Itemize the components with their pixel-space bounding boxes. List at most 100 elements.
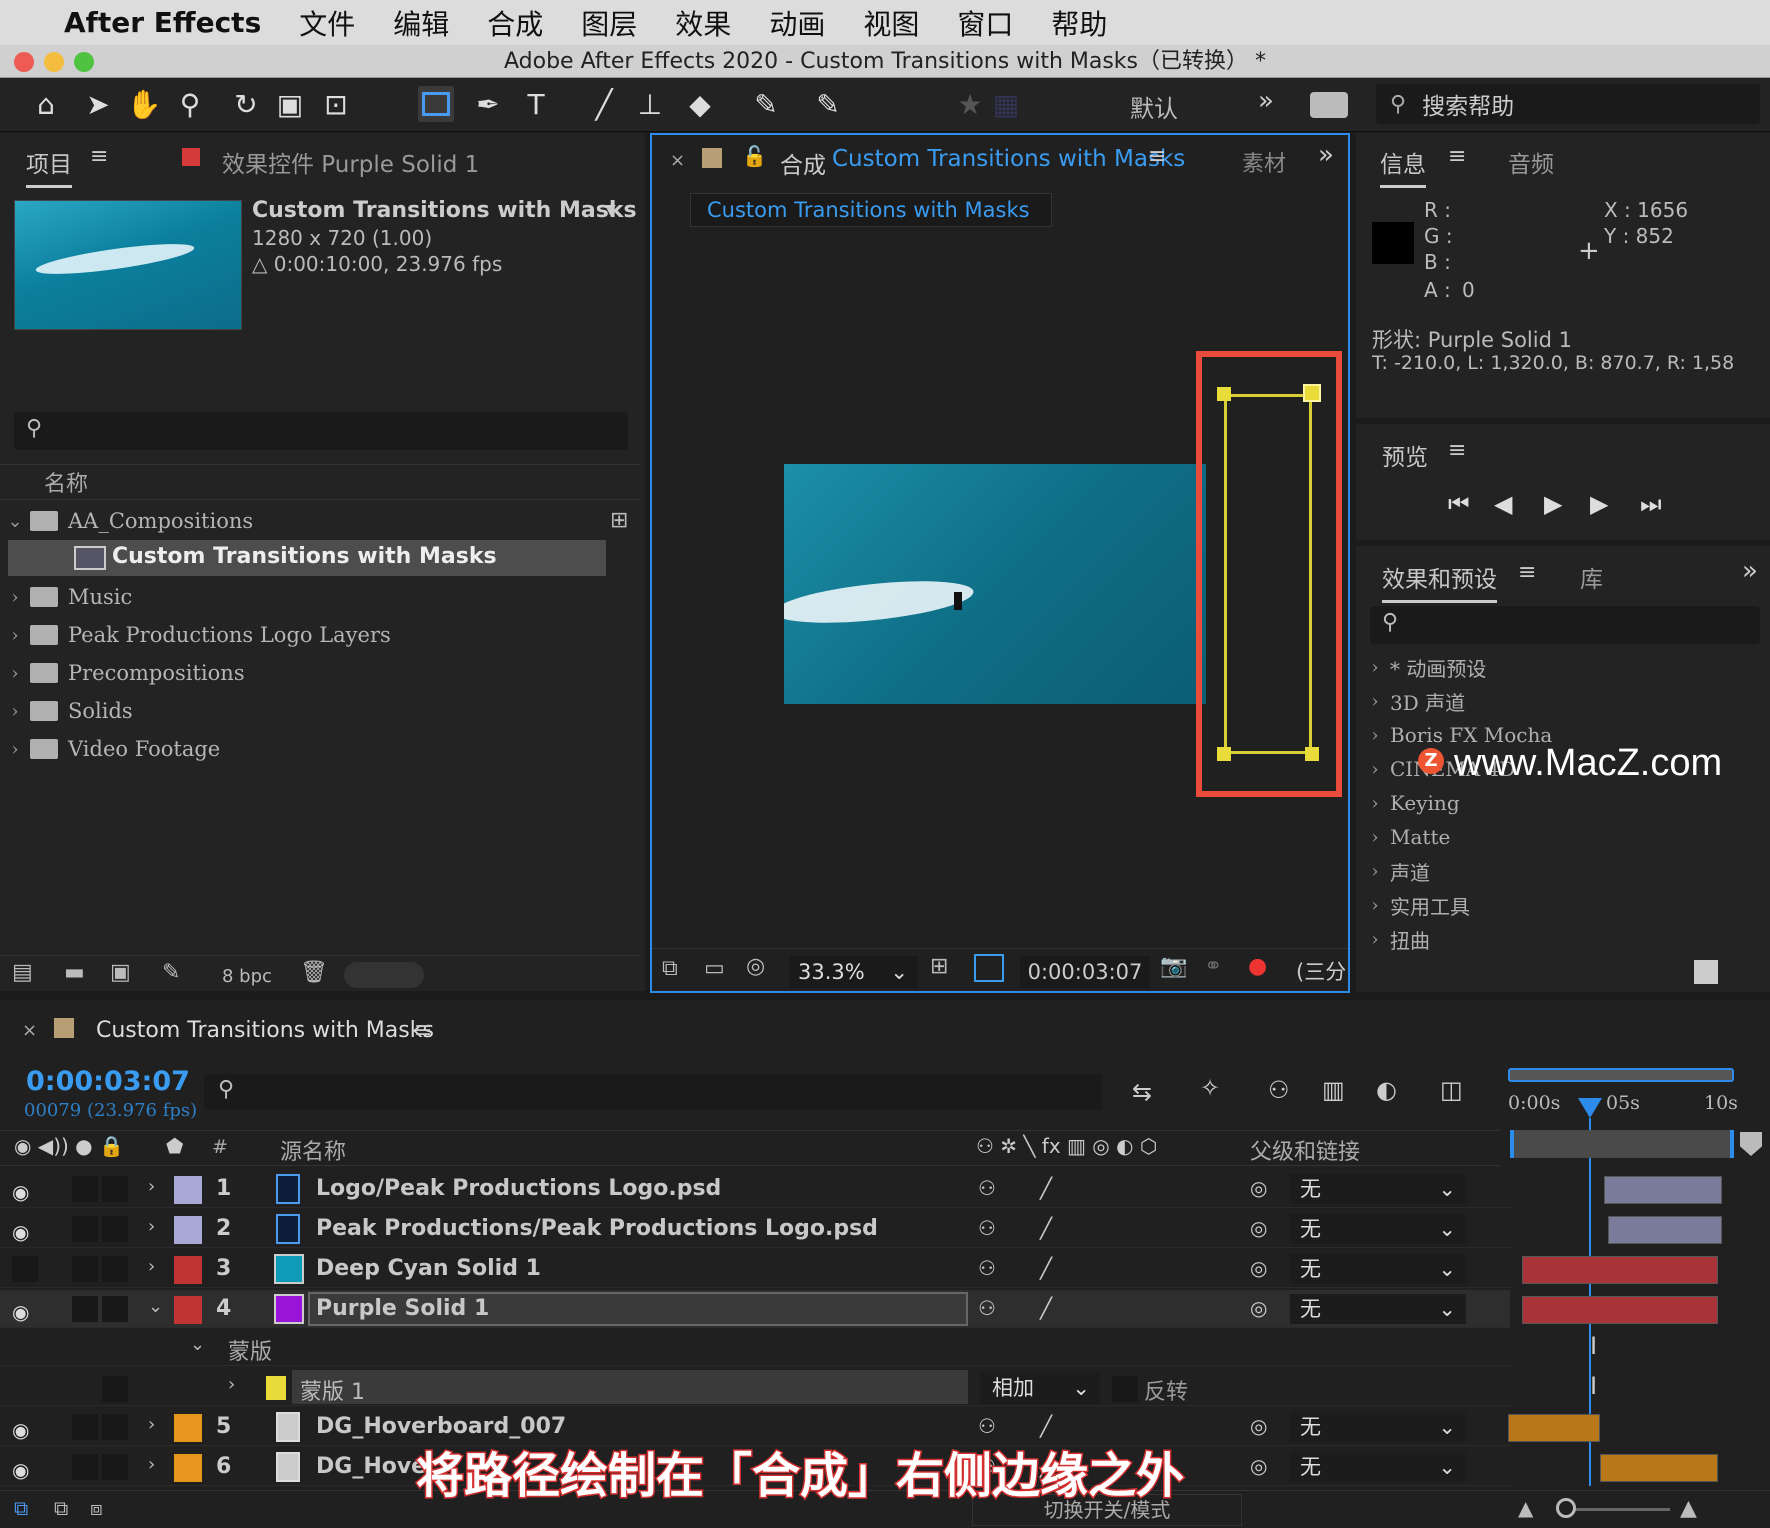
brush-icon[interactable]: ╱ [586,86,622,122]
mask-visibility-icon[interactable]: ◎ [746,954,765,979]
close-window-button[interactable] [14,52,34,72]
layer-duration-bar[interactable] [1508,1414,1600,1442]
pen-icon[interactable]: ✒ [470,86,506,122]
effects-category[interactable]: › 声道 [1360,854,1760,888]
always-preview-icon[interactable]: ⧉ [662,956,678,981]
menu-composition[interactable]: 合成 [487,3,543,43]
new-folder-icon[interactable]: ▬ [64,960,85,985]
zoom-window-button[interactable] [74,52,94,72]
snapshot-icon[interactable]: 📷 [1160,954,1187,979]
rectangle-tool-icon[interactable] [418,86,454,122]
trash-icon[interactable]: 🗑 [300,960,328,985]
parent-pickwhip-icon[interactable]: ◎ [1250,1256,1267,1280]
zoom-icon[interactable]: ⚲ [172,86,208,122]
lock-switch[interactable] [102,1216,128,1242]
panel-menu-icon[interactable]: ≡ [1448,438,1466,463]
tab-preview[interactable]: 预览 [1382,438,1428,472]
parent-pickwhip-icon[interactable]: ◎ [1250,1216,1267,1240]
shy-switch-icon[interactable]: ⚇ [978,1216,996,1240]
expand-chevron-icon[interactable]: ⌄ [190,1334,205,1355]
frame-blending-icon[interactable]: ▥ [1322,1076,1345,1104]
expand-chevron-icon[interactable]: ⌄ [148,1296,163,1317]
layer-name[interactable]: Peak Productions/Peak Productions Logo.p… [316,1216,878,1241]
av-features-icons[interactable]: ◉ ◀)) ● 🔒 [14,1134,124,1158]
expand-chevron-icon[interactable]: › [148,1414,155,1435]
shy-switch-icon[interactable]: ⚇ [978,1414,996,1438]
mask-name-field[interactable] [292,1370,968,1404]
lock-switch[interactable] [102,1454,128,1480]
solo-switch[interactable] [72,1454,98,1480]
viewer-footage[interactable] [784,464,1206,704]
next-frame-icon[interactable]: ▶ [1590,490,1608,518]
layer-duration-bar[interactable] [1600,1454,1718,1482]
parent-select[interactable]: 无 ⌄ [1290,1254,1466,1284]
lock-switch[interactable] [102,1376,128,1402]
zoom-select[interactable]: 33.3% ⌄ [790,956,918,988]
project-search-field[interactable]: ⚲ [14,412,628,450]
expand-chevron-icon[interactable]: › [0,663,30,684]
expand-chevron-icon[interactable]: › [0,625,30,646]
first-frame-icon[interactable]: ⏮ [1448,490,1470,518]
eye-icon[interactable]: ◉ [12,1180,29,1204]
lock-switch[interactable] [102,1414,128,1440]
layer-name[interactable]: Purple Solid 1 [316,1296,489,1321]
zoom-in-icon[interactable]: ▲ [1680,1496,1697,1521]
layer-name[interactable]: DG_Hove [316,1454,426,1479]
bpc-label[interactable]: 8 bpc [222,966,272,987]
menu-help[interactable]: 帮助 [1051,3,1107,43]
panel-overflow-icon[interactable]: » [1318,140,1334,170]
eye-icon[interactable]: ◉ [12,1220,29,1244]
column-source-name[interactable]: 源名称 [280,1134,346,1166]
lock-switch[interactable] [102,1296,128,1322]
tab-project[interactable]: 项目 [26,145,72,188]
mask-vertex[interactable] [1217,387,1231,401]
expand-chevron-icon[interactable]: › [0,739,30,760]
search-help-field[interactable]: ⚲ 搜索帮助 [1376,84,1760,124]
previous-frame-icon[interactable]: ◀ [1494,490,1512,518]
timeline-timecode[interactable]: 0:00:03:07 [26,1066,190,1097]
expand-chevron-icon[interactable]: ⌄ [0,511,30,532]
close-tab-icon[interactable]: × [670,150,685,171]
zoom-out-icon[interactable]: ▲ [1518,1496,1533,1520]
tab-effect-controls[interactable]: 效果控件 Purple Solid 1 [222,145,479,179]
parent-select[interactable]: 无 ⌄ [1290,1452,1466,1482]
project-item[interactable]: › Video Footage [0,730,640,768]
draft-3d-icon[interactable]: ✧ [1200,1074,1220,1102]
panel-menu-icon[interactable]: ≡ [90,144,108,169]
menu-window[interactable]: 窗口 [957,3,1013,43]
selection-icon[interactable]: ➤ [80,86,116,122]
motion-blur-icon[interactable]: ◐ [1376,1076,1397,1104]
parent-select[interactable]: 无 ⌄ [1290,1294,1466,1324]
snapping-icon[interactable]: ▦ [988,86,1024,122]
workspace-overflow-icon[interactable]: » [1258,86,1274,116]
layer-switches-icon[interactable]: ⧉ [14,1496,28,1520]
time-zoom-slider[interactable] [1560,1508,1670,1511]
pan-behind-icon[interactable]: ⊡ [318,86,354,122]
layer-duration-bar[interactable] [1522,1256,1718,1284]
time-zoom-thumb[interactable] [1556,1498,1576,1518]
close-tab-icon[interactable]: × [22,1020,37,1041]
new-preset-icon[interactable] [1694,960,1718,984]
layer-label-color[interactable] [174,1414,202,1442]
comp-tab-prefix[interactable]: 合成 [780,146,826,180]
home-icon[interactable]: ⌂ [28,86,64,122]
layer-label-color[interactable] [174,1216,202,1244]
clone-stamp-icon[interactable]: ⊥ [632,86,668,122]
in-out-icon[interactable]: ⧈ [90,1496,103,1520]
view-layout[interactable]: (三分 [1296,956,1346,986]
eraser-icon[interactable]: ◆ [682,86,718,122]
interpret-footage-icon[interactable]: ▤ [12,960,33,985]
eye-icon[interactable]: ◉ [12,1300,29,1324]
solo-switch[interactable] [72,1414,98,1440]
number-column-icon[interactable]: # [212,1136,228,1158]
quality-switch-icon[interactable]: ╱ [1040,1256,1052,1280]
tab-library[interactable]: 库 [1580,560,1603,594]
menu-layer[interactable]: 图层 [581,3,637,43]
graph-editor-icon[interactable]: ◫ [1440,1076,1463,1104]
shy-layers-icon[interactable]: ⚇ [1268,1076,1290,1104]
expand-chevron-icon[interactable]: › [228,1374,235,1395]
mask-vertex[interactable] [1305,747,1319,761]
type-icon[interactable]: T [518,86,554,122]
eye-icon[interactable]: ◉ [12,1458,29,1482]
roto-brush-icon[interactable]: ✎ [748,86,784,122]
